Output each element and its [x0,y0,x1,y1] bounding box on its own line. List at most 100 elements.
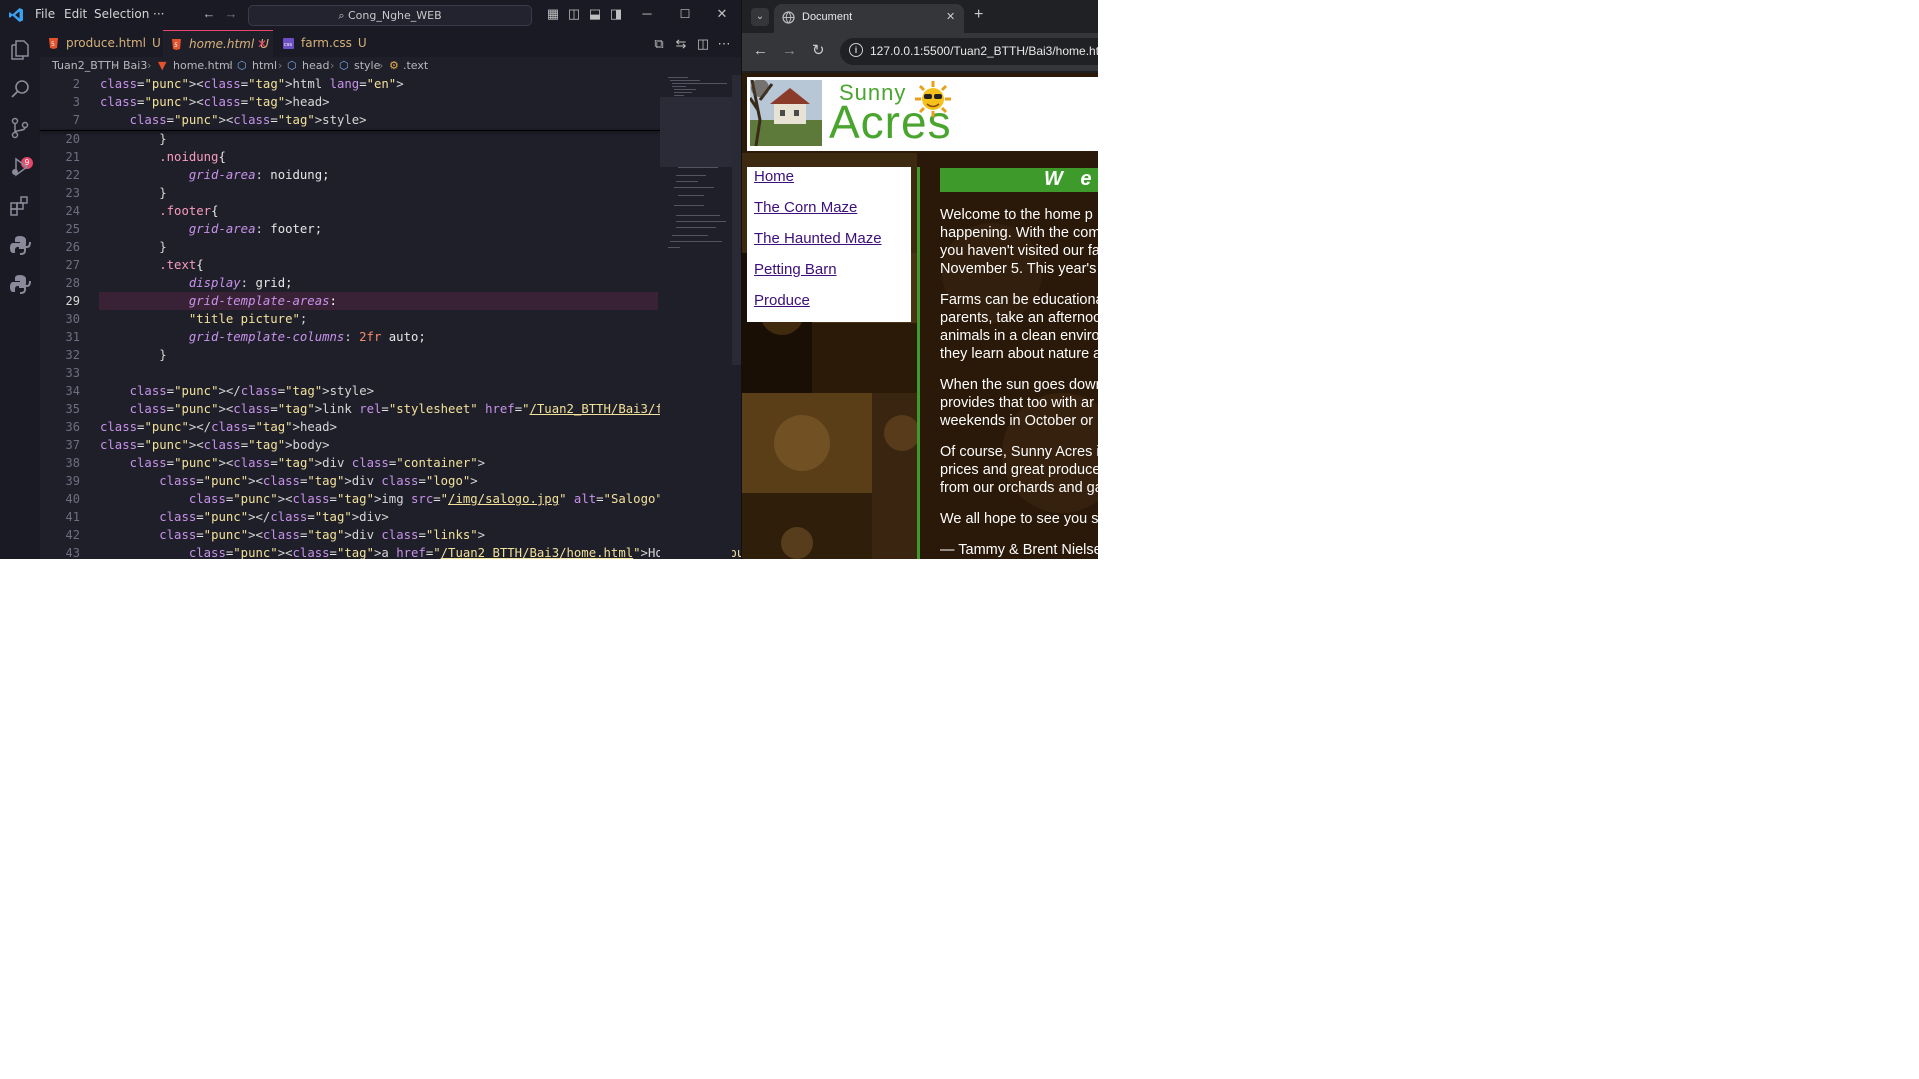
code-line: display: grid; [188,276,293,290]
nav-link-corn-maze[interactable]: The Corn Maze [754,199,857,216]
tab-search-icon[interactable]: ⌄ [751,8,769,26]
breadcrumb-file[interactable]: home.html [173,57,233,75]
paragraph-sundown: When the sun goes dowr provides that too … [940,376,1098,430]
minimap-viewport[interactable] [660,97,732,167]
search-icon[interactable] [8,77,32,101]
code-line: class="punc"><class="tag">style> [129,113,367,127]
toggle-panel-icon[interactable]: ⬓ [586,5,604,23]
back-arrow-icon[interactable]: ← [200,5,218,23]
command-center-search[interactable]: ⌕ Cong_Nghe_WEB [248,5,532,26]
breadcrumb-style[interactable]: style [354,57,380,75]
close-tab-icon[interactable]: ✕ [946,10,955,23]
maximize-icon[interactable]: ☐ [676,5,694,23]
nav-link-home[interactable]: Home [754,168,794,185]
line-number: 41 [65,510,80,524]
breadcrumb-subfolder[interactable]: Bai3 [123,57,147,75]
vscode-logo-icon [9,8,23,22]
line-number: 34 [65,384,80,398]
code-line: .noidung{ [159,150,226,164]
paragraph-line: Farms can be educationa [940,292,1098,308]
paragraph-closing: We all hope to see you s [940,510,1098,528]
source-control-icon[interactable] [8,116,32,140]
nav-link-produce[interactable]: Produce [754,292,810,309]
line-number: 7 [72,113,80,127]
code-editor[interactable]: 2 3 7 20 21 22 23 24 25 26 27 28 29 30 3… [40,75,741,559]
nav-link-haunted-maze[interactable]: The Haunted Maze [754,230,882,247]
line-number: 3 [72,95,80,109]
toggle-sidebar-icon[interactable]: ◫ [565,5,583,23]
breadcrumb-html[interactable]: html [252,57,277,75]
element-icon: ⬡ [287,59,297,72]
line-number: 33 [65,366,80,380]
tab-label: home.html [189,37,255,51]
python-icon[interactable] [8,233,32,257]
paragraph-line: prices and great produce [940,462,1098,478]
extensions-icon[interactable] [8,194,32,218]
close-icon[interactable]: ✕ [713,5,731,23]
site-info-icon[interactable]: i [849,43,863,57]
nav-link-petting-barn[interactable]: Petting Barn [754,261,837,278]
back-arrow-icon[interactable]: ← [753,42,768,59]
menu-selection[interactable]: Selection [94,7,149,21]
code-line: class="punc"><class="tag">head> [100,95,330,109]
run-debug-icon[interactable] [8,155,32,179]
search-label: Cong_Nghe_WEB [347,9,442,22]
paragraph-education: Farms can be educationa parents, take an … [940,291,1098,363]
breadcrumb-selector[interactable]: .text [403,57,428,75]
breadcrumb-head[interactable]: head [302,57,329,75]
close-tab-icon[interactable]: ✕ [257,31,267,58]
tab-home-html[interactable]: 5 home.html U ✕ [163,30,273,57]
sticky-scroll-divider [40,130,660,131]
browser-window: ⌄ Document ✕ + ← → ↻ i 127.0.0.1:5500/Tu… [742,0,1098,559]
paragraph-line: Welcome to the home p [940,207,1093,223]
menu-edit[interactable]: Edit [64,7,87,21]
line-number-current: 29 [65,294,80,308]
tab-produce-html[interactable]: 5 produce.html U [40,30,161,57]
toggle-secondary-sidebar-icon[interactable]: ◨ [607,5,625,23]
code-line: grid-area: footer; [188,222,323,236]
code-line: class="punc"><class="tag">body> [100,438,330,452]
explorer-icon[interactable] [8,38,32,62]
farmhouse-photo [750,80,822,146]
line-number: 22 [65,168,80,182]
forward-arrow-icon[interactable]: → [222,5,240,23]
code-line: class="punc"></class="tag">style> [129,384,374,398]
line-number: 20 [65,132,80,146]
new-tab-icon[interactable]: + [974,6,983,24]
tab-label: produce.html [66,36,146,50]
paragraph-line: happening. With the com [940,225,1098,241]
paragraph-line: they learn about nature a [940,346,1098,362]
split-editor-icon[interactable]: ◫ [694,35,712,53]
editor-scrollbar[interactable] [732,75,741,365]
url-text: 127.0.0.1:5500/Tuan2_BTTH/Bai3/home.html [870,44,1098,58]
line-number: 24 [65,204,80,218]
reload-icon[interactable]: ↻ [812,41,825,59]
tab-label: farm.css [301,36,352,50]
code-line: class="punc"></class="tag">head> [100,420,337,434]
code-line: } [100,132,167,146]
paragraph-line: from our orchards and ga [940,480,1098,496]
selector-icon: ⚙ [389,59,399,72]
line-number: 2 [72,77,80,91]
more-actions-icon[interactable]: ⋯ [715,35,733,53]
paragraph-welcome: Welcome to the home p happening. With the… [940,206,1098,278]
breadcrumb-folder[interactable]: Tuan2_BTTH [52,57,119,75]
compare-changes-icon[interactable]: ⇆ [672,35,690,53]
paragraph-line: Of course, Sunny Acres is [940,444,1098,460]
customize-layout-icon[interactable]: ▦ [544,5,562,23]
forward-arrow-icon[interactable]: → [782,42,797,59]
code-line: .text{ [159,258,204,272]
signature: — Tammy & Brent Nielse [940,541,1098,559]
html-file-icon: ▼ [158,59,167,72]
menu-more[interactable]: ··· [153,7,164,21]
open-preview-icon[interactable]: ⧉ [650,35,668,53]
address-bar[interactable]: i 127.0.0.1:5500/Tuan2_BTTH/Bai3/home.ht… [840,38,1098,65]
vscode-window: File Edit Selection ··· ← → ⌕ Cong_Nghe_… [0,0,742,559]
minimize-icon[interactable]: ─ [638,5,656,23]
browser-tab[interactable]: Document ✕ [774,4,964,33]
menu-file[interactable]: File [35,7,55,21]
tab-farm-css[interactable]: css farm.css U [275,30,370,57]
chevron-right-icon: › [330,59,335,72]
code-line: } [100,240,167,254]
python-environments-icon[interactable] [8,272,32,296]
